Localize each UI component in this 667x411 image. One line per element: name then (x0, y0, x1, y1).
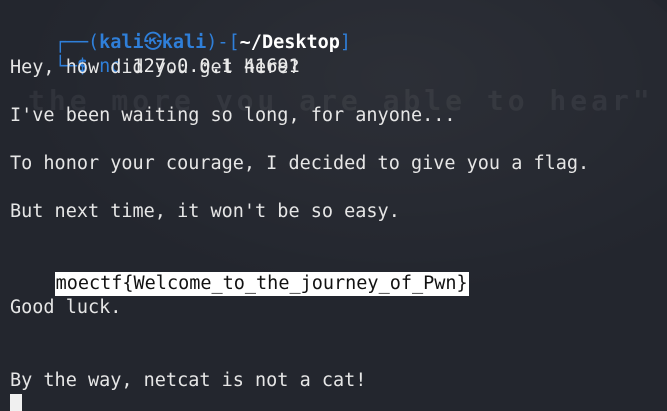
output-line-6: By the way, netcat is not a cat! (10, 370, 367, 391)
terminal-window[interactable]: the more you are able to hear" ┌──(kali㉿… (0, 0, 667, 411)
output-line-3: To honor your courage, I decided to give… (10, 153, 590, 174)
prompt-bracket-close: ] (339, 32, 352, 53)
prompt-line: ┌──(kali㉿kali)-[~/Desktop] (10, 7, 352, 53)
flag-line: moectf{Welcome_to_the_journey_of_Pwn} (10, 248, 469, 296)
text-cursor (10, 394, 22, 411)
selected-flag-text[interactable]: moectf{Welcome_to_the_journey_of_Pwn} (54, 272, 469, 296)
output-line-5: Good luck. (10, 297, 122, 318)
output-line-1: Hey, how did you get here? (10, 57, 300, 78)
output-line-2: I've been waiting so long, for anyone... (10, 105, 456, 126)
output-line-4: But next time, it won't be so easy. (10, 201, 400, 222)
command-line: └─$ nc 127.0.0.1 41691 (10, 31, 300, 77)
